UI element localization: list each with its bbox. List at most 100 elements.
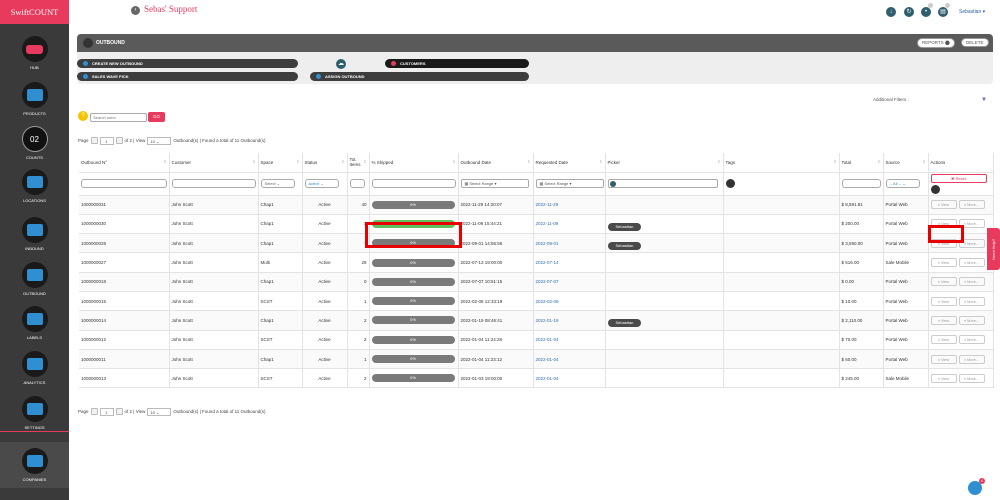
cell-requested-date-text[interactable]: 2022-01-04 [536, 376, 559, 381]
column-header-6[interactable]: Outbound Date ⇕ [458, 153, 534, 173]
sidebar-item-inbound[interactable]: INBOUND [0, 211, 69, 257]
view-button[interactable]: ⌕ View [930, 373, 957, 383]
total-filter-input[interactable] [841, 179, 881, 188]
outbound-date-range[interactable]: ▦ Select Range ▾ [460, 179, 529, 188]
cell-requested-date-text[interactable]: 2022-07-14 [536, 260, 559, 265]
status-filter-select[interactable]: Active ⌄ [304, 179, 339, 188]
go-button[interactable]: GO [148, 112, 165, 122]
table-row[interactable]: 1000000027 John Scott Multi Active 26 0% 2022-… [79, 252, 994, 273]
column-header-2[interactable]: Space ⇕ [258, 153, 303, 173]
download-icon[interactable]: ↓ [886, 7, 896, 17]
more-button[interactable]: ⌕ More... [958, 354, 985, 364]
customers-button[interactable]: CUSTOMERS [385, 59, 529, 68]
column-header-4[interactable]: Tot. Items ⇕ [347, 153, 370, 173]
view-button[interactable]: ⌕ View [930, 335, 957, 345]
more-button[interactable]: ⌕ More... [958, 219, 985, 229]
view-button[interactable]: ⌕ View [930, 354, 957, 364]
more-button[interactable]: ⌕ More... [958, 315, 985, 325]
table-row[interactable]: 1000000031 John Scott Chap1 Active 40 0% 2022-… [79, 195, 994, 215]
need-help-tab[interactable]: Need Help? [987, 228, 1000, 270]
tag-filter-icon[interactable] [725, 179, 735, 188]
calendar-icon[interactable]: ▤ [938, 7, 948, 17]
sidebar-item-analytics[interactable]: ANALYTICS [0, 345, 69, 391]
view-count-select[interactable]: 10 ⌄ [147, 407, 172, 416]
table-row[interactable]: 1000000018 John Scott Chap1 Active 0 0% 2022-0… [79, 272, 994, 292]
next-page-button[interactable] [115, 137, 123, 144]
column-header-3[interactable]: Status ⇕ [302, 153, 348, 173]
cell-requested-date-text[interactable]: 2022-11-09 [536, 221, 559, 226]
next-page-button[interactable] [115, 408, 123, 415]
sort-icon[interactable]: ⇕ [599, 159, 602, 164]
more-button[interactable]: ⌕ More... [958, 238, 985, 248]
prev-page-button[interactable] [90, 408, 98, 415]
page-number-input[interactable]: 1 [99, 407, 114, 416]
reports-button[interactable]: REPORTS ⬤ [917, 38, 955, 48]
view-button[interactable]: ⌕ View [930, 277, 957, 287]
sidebar-item-locations[interactable]: LOCATIONS [0, 163, 69, 209]
page-number-input[interactable]: 1 [99, 136, 114, 145]
cell-requested-date-text[interactable]: 2022-11-29 [536, 202, 559, 207]
column-header-9[interactable]: Tags ⇕ [723, 153, 840, 173]
table-row[interactable]: 1000000011 John Scott Chap1 Active 1 0% 2022-0… [79, 349, 994, 370]
table-row[interactable]: 1000000015 John Scott SCST Active 1 0% 2022-02… [79, 291, 994, 312]
refresh-icon[interactable]: ↻ [904, 7, 914, 17]
customer-filter-input[interactable] [171, 179, 256, 188]
sidebar-item-counts[interactable]: 02 COUNTS [0, 120, 69, 166]
table-row[interactable]: 1000000030 John Scott Chap1 Active 3 100% 2022… [79, 214, 994, 235]
more-button[interactable]: ⌕ More... [958, 258, 985, 268]
cloud-icon[interactable]: ☁ [336, 59, 346, 69]
table-row[interactable]: 1000000013 John Scott SCST Active 2 0% 2022-01… [79, 368, 994, 389]
cell-requested-date-text[interactable]: 2022-01-04 [536, 357, 559, 362]
reset-button[interactable]: ✖ Reset [930, 173, 987, 183]
column-header-12[interactable]: Actions [928, 153, 994, 173]
help-icon[interactable]: ? [78, 111, 88, 121]
sort-icon[interactable]: ⇕ [527, 159, 530, 164]
view-button[interactable]: ⌕ View [930, 219, 957, 229]
sales-wave-pick-button[interactable]: SALES WAVE PICK [77, 72, 298, 81]
sort-icon[interactable]: ⇕ [877, 159, 880, 164]
back-arrow-icon[interactable]: ‹ [131, 6, 140, 15]
sort-icon[interactable]: ⇕ [296, 159, 299, 164]
sort-icon[interactable]: ⇕ [341, 159, 344, 164]
view-button[interactable]: ⌕ View [930, 238, 957, 248]
notifications-icon[interactable]: • [921, 7, 931, 17]
filter-icon[interactable]: ▼ [981, 97, 987, 103]
table-row[interactable]: 1000000012 John Scott SCST Active 2 0% 2022-01… [79, 330, 994, 350]
more-button[interactable]: ⌕ More... [958, 335, 985, 345]
search-input[interactable] [90, 113, 147, 122]
sort-icon[interactable]: ⇕ [922, 159, 925, 164]
space-filter-select[interactable]: Select ⌄ [260, 179, 295, 188]
column-header-7[interactable]: Requested Date ⇕ [533, 153, 606, 173]
sort-icon[interactable]: ⇕ [833, 159, 836, 164]
view-count-select[interactable]: 10 ⌄ [147, 136, 172, 145]
cell-requested-date-text[interactable]: 2022-01-19 [536, 318, 559, 323]
sidebar-item-outbound[interactable]: OUTBOUND [0, 256, 69, 302]
table-row[interactable]: 1000000028 John Scott Chap1 Active 7 0% 2022-0… [79, 233, 994, 254]
prev-page-button[interactable] [90, 137, 98, 144]
sort-icon[interactable]: ⇕ [252, 159, 255, 164]
sidebar-item-companies[interactable]: COMPANIES [0, 442, 69, 488]
column-header-10[interactable]: Total ⇕ [839, 153, 884, 173]
items-filter-input[interactable] [349, 179, 365, 188]
outbound-no-filter-input[interactable] [81, 179, 167, 188]
column-header-1[interactable]: Customer ⇕ [169, 153, 259, 173]
sidebar-item-labels[interactable]: LABELS [0, 300, 69, 346]
more-button[interactable]: ⌕ More... [958, 200, 985, 210]
delete-button[interactable]: DELETE [961, 38, 989, 47]
sidebar-item-hub[interactable]: HUB [0, 30, 69, 76]
more-button[interactable]: ⌕ More... [958, 373, 985, 383]
requested-date-range[interactable]: ▦ Select Range ▾ [535, 179, 604, 188]
cell-requested-date-text[interactable]: 2022-02-08 [536, 299, 559, 304]
column-header-0[interactable]: Outbound N° ⇕ [79, 153, 170, 173]
shipped-filter-input[interactable] [371, 179, 456, 188]
more-button[interactable]: ⌕ More... [958, 277, 985, 287]
source-filter-select[interactable]: -- All -- ⌄ [885, 179, 920, 188]
user-menu[interactable]: Sebastian ▾ [959, 9, 985, 15]
sort-icon[interactable]: ⇕ [452, 159, 455, 164]
cell-requested-date-text[interactable]: 2022-07-07 [536, 279, 559, 284]
view-button[interactable]: ⌕ View [930, 200, 957, 210]
table-row[interactable]: 1000000014 John Scott Chap1 Active 2 0% 2022-0… [79, 310, 994, 331]
sort-icon[interactable]: ⇕ [717, 159, 720, 164]
column-header-8[interactable]: Picker ⇕ [605, 153, 724, 173]
more-button[interactable]: ⌕ More... [958, 296, 985, 306]
